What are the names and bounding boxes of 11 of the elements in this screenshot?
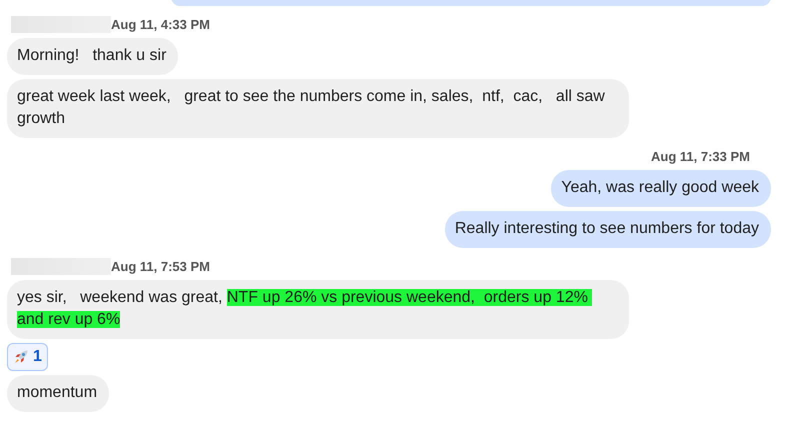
message-bubble: Really interesting to see numbers for today [444, 211, 771, 248]
timestamp: Aug 11, 7:33 PM [651, 148, 750, 164]
message-bubble: yes sir, weekend was great, NTF up 26% vs previous weekend, orders up 12% and rev up 6% [7, 280, 629, 339]
rocket-icon [13, 349, 29, 365]
message-bubble: great week last week, great to see the numbers come in, sales, ntf, cac, all saw growth [7, 79, 629, 138]
timestamp: Aug 11, 7:53 PM [111, 258, 210, 274]
message-bubble: momentum [7, 375, 110, 412]
message-bubble: Morning! thank u sir [7, 38, 178, 75]
message-bubble: Yeah, was really good week [551, 170, 771, 207]
reaction-chip[interactable]: 1 [7, 343, 48, 371]
timestamp: Aug 11, 4:33 PM [111, 16, 210, 32]
